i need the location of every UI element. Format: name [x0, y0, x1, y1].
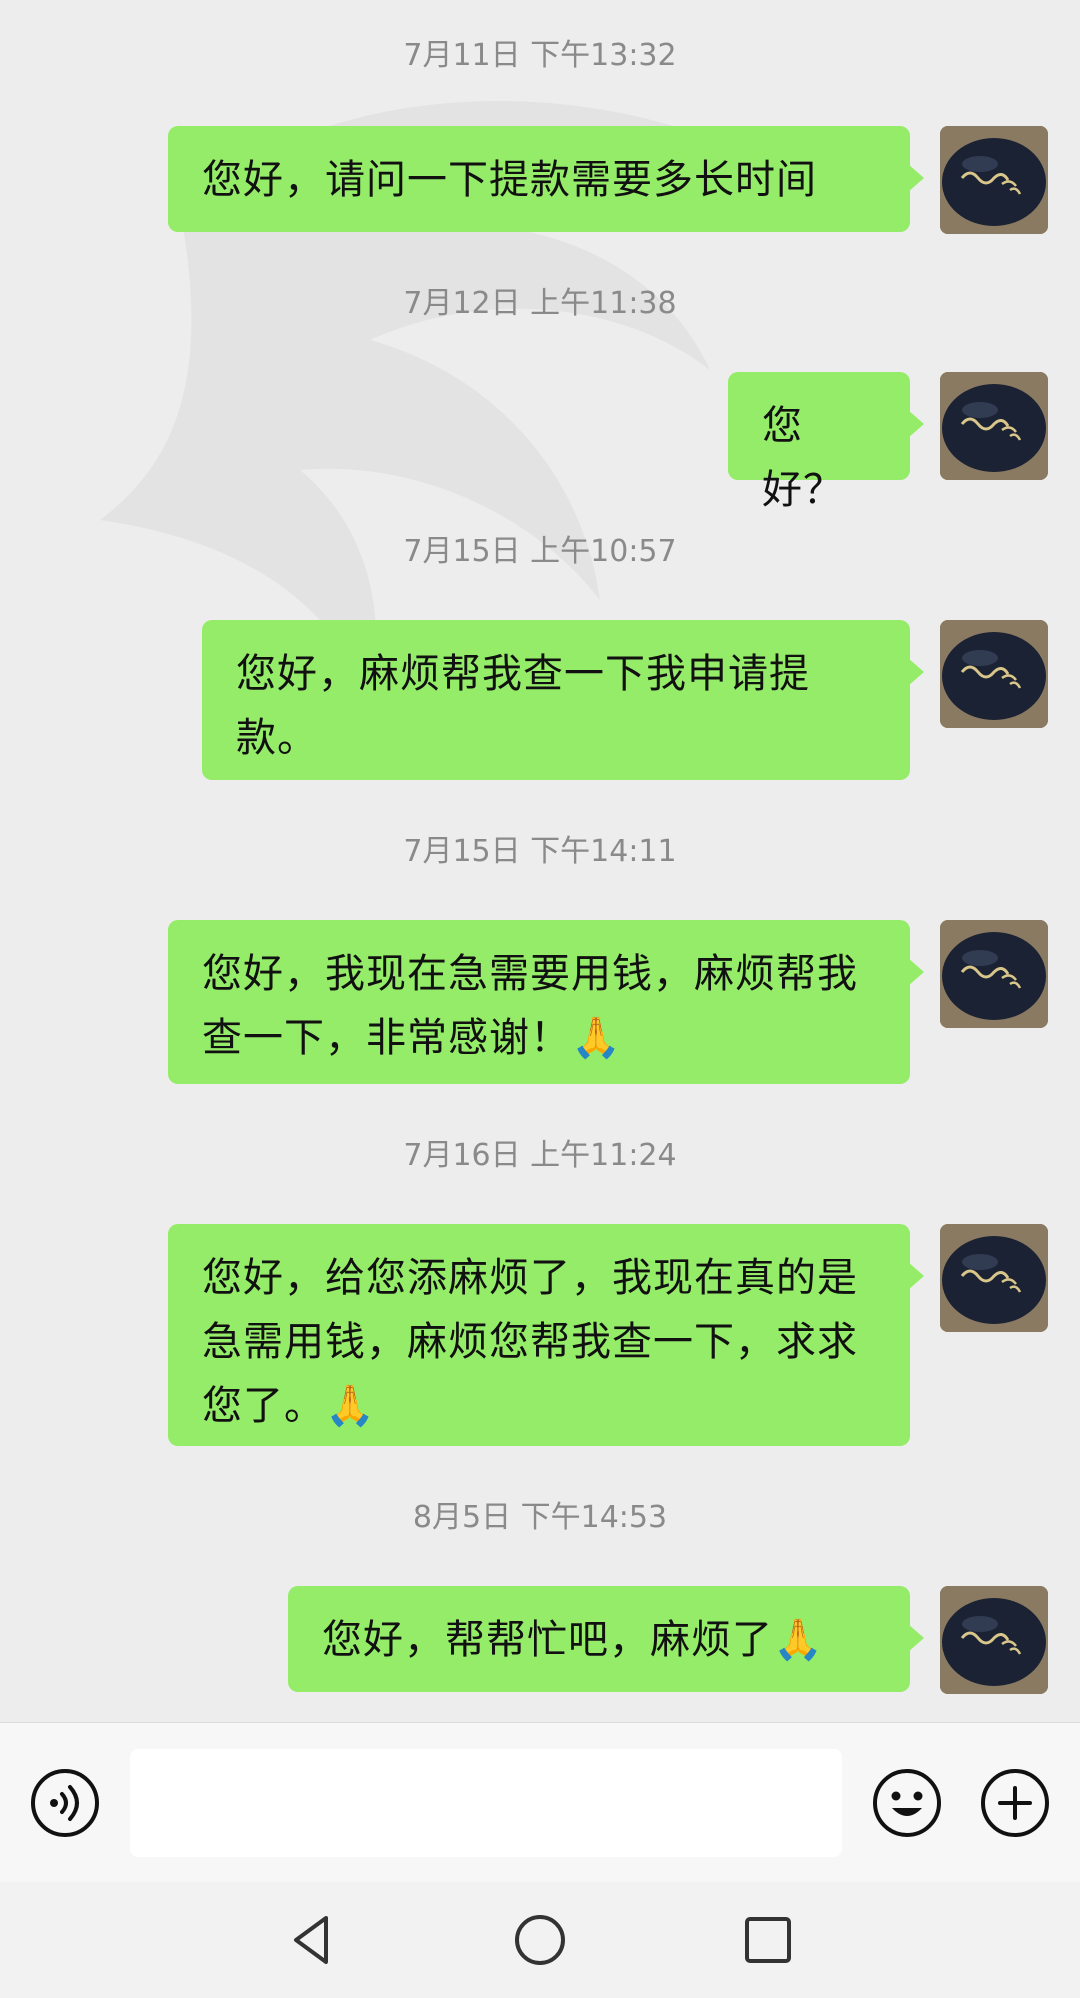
message-list[interactable]: 7月11日 下午13:32 您好，请问一下提款需要多长时间 7月12日 上午11… — [0, 0, 1080, 1722]
avatar[interactable] — [940, 126, 1048, 234]
nav-home-icon[interactable] — [510, 1910, 570, 1970]
avatar-stone-image — [940, 1586, 1048, 1694]
nav-recents-icon[interactable] — [738, 1910, 798, 1970]
message-bubble[interactable]: 您好，给您添麻烦了，我现在真的是急需用钱，麻烦您帮我查一下，求求您了。🙏 — [168, 1224, 924, 1446]
message-timestamp: 7月11日 下午13:32 — [403, 38, 677, 73]
message-text: 您好，请问一下提款需要多长时间 — [202, 157, 817, 203]
message-bubble[interactable]: 您好？ — [728, 372, 924, 513]
avatar-stone-image — [940, 372, 1048, 480]
message-timestamp: 7月12日 上午11:38 — [403, 286, 677, 321]
message-bubble[interactable]: 您好，请问一下提款需要多长时间 — [168, 126, 924, 232]
message-timestamp: 7月15日 下午14:11 — [403, 834, 677, 869]
avatar[interactable] — [940, 920, 1048, 1028]
chat-input-bar — [0, 1722, 1080, 1883]
message-timestamp: 7月15日 上午10:57 — [403, 534, 677, 569]
chat-screen: 7月11日 下午13:32 您好，请问一下提款需要多长时间 7月12日 上午11… — [0, 0, 1080, 1998]
message-text: 您好，给您添麻烦了，我现在真的是急需用钱，麻烦您帮我查一下，求求您了。 — [202, 1255, 858, 1429]
avatar-stone-image — [940, 1224, 1048, 1332]
avatar-stone-image — [940, 126, 1048, 234]
message-bubble[interactable]: 您好，我现在急需要用钱，麻烦帮我查一下，非常感谢！🙏 — [168, 920, 924, 1084]
avatar[interactable] — [940, 1224, 1048, 1332]
pray-hands-icon: 🙏 — [773, 1617, 824, 1663]
message-input[interactable] — [130, 1749, 842, 1857]
message-timestamp: 7月16日 上午11:24 — [403, 1138, 677, 1173]
message-text: 您好，帮帮忙吧，麻烦了 — [322, 1617, 773, 1663]
message-text: 您好？ — [762, 403, 844, 513]
message-bubble[interactable]: 您好，帮帮忙吧，麻烦了🙏 — [288, 1586, 924, 1692]
avatar-stone-image — [940, 920, 1048, 1028]
message-text: 您好，我现在急需要用钱，麻烦帮我查一下，非常感谢！ — [202, 951, 858, 1061]
avatar[interactable] — [940, 1586, 1048, 1694]
voice-icon[interactable] — [30, 1768, 100, 1838]
message-timestamp: 8月5日 下午14:53 — [412, 1500, 668, 1535]
message-text: 您好，麻烦帮我查一下我申请提款。 — [236, 651, 810, 761]
plus-icon[interactable] — [980, 1768, 1050, 1838]
nav-back-icon[interactable] — [282, 1910, 342, 1970]
avatar[interactable] — [940, 372, 1048, 480]
system-navigation-bar — [0, 1882, 1080, 1998]
pray-hands-icon: 🙏 — [325, 1383, 376, 1429]
message-bubble[interactable]: 您好，麻烦帮我查一下我申请提款。 — [202, 620, 924, 780]
pray-hands-icon: 🙏 — [571, 1015, 622, 1061]
avatar-stone-image — [940, 620, 1048, 728]
avatar[interactable] — [940, 620, 1048, 728]
emoji-face-icon[interactable] — [872, 1768, 942, 1838]
